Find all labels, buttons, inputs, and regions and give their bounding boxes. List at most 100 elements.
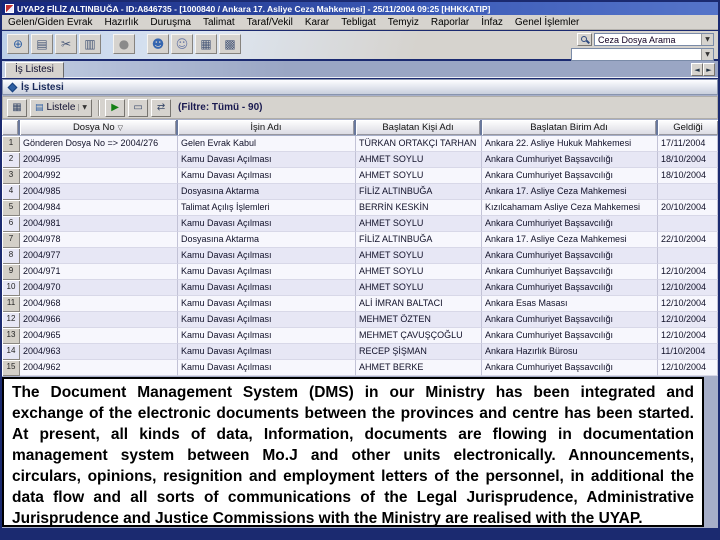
menu-item[interactable]: Talimat bbox=[197, 17, 241, 28]
separator bbox=[98, 99, 100, 116]
table-row[interactable]: 7 2004/978 Dosyasına Aktarma FİLİZ ALTIN… bbox=[2, 232, 718, 248]
menu-item[interactable]: Duruşma bbox=[144, 17, 197, 28]
baslatan-kisi-cell: MEHMET ÇAVUŞÇOĞLU bbox=[356, 328, 482, 344]
table-row[interactable]: 9 2004/971 Kamu Davası Açılması AHMET SO… bbox=[2, 264, 718, 280]
paste-icon[interactable]: ▥ bbox=[79, 34, 101, 54]
filter-label: (Filtre: Tümü - 90) bbox=[178, 102, 263, 113]
geldigi-cell: 12/10/2004 bbox=[658, 264, 718, 280]
listele-button[interactable]: ▤ Listele ▼ bbox=[30, 98, 93, 117]
row-number-cell: 7 bbox=[2, 232, 20, 248]
menu-item[interactable]: Raporlar bbox=[425, 17, 475, 28]
refresh-button[interactable]: ⇄ bbox=[151, 98, 172, 117]
baslatan-birim-cell: Ankara Hazırlık Bürosu bbox=[482, 344, 658, 360]
chevron-down-icon[interactable]: ▼ bbox=[701, 49, 713, 60]
cut-icon[interactable]: ✂ bbox=[55, 34, 77, 54]
baslatan-kisi-cell: AHMET SOYLU bbox=[356, 152, 482, 168]
baslatan-birim-cell: Ankara Cumhuriyet Başsavcılığı bbox=[482, 152, 658, 168]
case-search-combobox[interactable]: Ceza Dosya Arama ▼ bbox=[594, 33, 714, 46]
secondary-combobox[interactable]: ▼ bbox=[571, 48, 714, 61]
title-bar: UYAP2 FİLİZ ALTINBUĞA - ID:A846735 - [10… bbox=[2, 2, 718, 15]
baslatan-birim-cell: Ankara 22. Asliye Hukuk Mahkemesi bbox=[482, 136, 658, 152]
table-row[interactable]: 11 2004/968 Kamu Davası Açılması ALİ İMR… bbox=[2, 296, 718, 312]
baslatan-birim-cell: Ankara Cumhuriyet Başsavcılığı bbox=[482, 248, 658, 264]
table-row[interactable]: 5 2004/984 Talimat Açılış İşlemleri BERR… bbox=[2, 200, 718, 216]
geldigi-cell bbox=[658, 248, 718, 264]
menu-item[interactable]: Gelen/Giden Evrak bbox=[2, 17, 99, 28]
menu-item[interactable]: Genel İşlemler bbox=[509, 17, 585, 28]
add-user-icon[interactable]: ☺ bbox=[171, 34, 193, 54]
row-number-cell: 12 bbox=[2, 312, 20, 328]
table-row[interactable]: 8 2004/977 Kamu Davası Açılması AHMET SO… bbox=[2, 248, 718, 264]
isin-adi-cell: Kamu Davası Açılması bbox=[178, 328, 356, 344]
table-row[interactable]: 14 2004/963 Kamu Davası Açılması RECEP Ş… bbox=[2, 344, 718, 360]
table-row[interactable]: 6 2004/981 Kamu Davası Açılması AHMET SO… bbox=[2, 216, 718, 232]
baslatan-birim-cell: Ankara 17. Asliye Ceza Mahkemesi bbox=[482, 184, 658, 200]
isin-adi-cell: Kamu Davası Açılması bbox=[178, 280, 356, 296]
caption-text: The Document Management System (DMS) in … bbox=[12, 384, 694, 527]
tab-label: İş Listesi bbox=[15, 64, 54, 75]
geldigi-cell: 12/10/2004 bbox=[658, 328, 718, 344]
note-button[interactable]: ▭ bbox=[128, 98, 149, 117]
table-row[interactable]: 2 2004/995 Kamu Davası Açılması AHMET SO… bbox=[2, 152, 718, 168]
table-row[interactable]: 3 2004/992 Kamu Davası Açılması AHMET SO… bbox=[2, 168, 718, 184]
globe-icon[interactable]: ⊕ bbox=[7, 34, 29, 54]
table-row[interactable]: 4 2004/985 Dosyasına Aktarma FİLİZ ALTIN… bbox=[2, 184, 718, 200]
grid-settings-button[interactable]: ▦ bbox=[7, 98, 27, 117]
main-toolbar: ⊕ ▤ ✂ ▥ ● ☻ ☺ ▦ ▩ Ceza Dosya Arama ▼ ▼ bbox=[2, 31, 718, 61]
chevron-down-icon[interactable]: ▼ bbox=[701, 34, 713, 45]
table-row[interactable]: 15 2004/962 Kamu Davası Açılması AHMET B… bbox=[2, 360, 718, 376]
play-icon: ▶ bbox=[111, 102, 119, 113]
baslatan-birim-cell: Ankara Cumhuriyet Başsavcılığı bbox=[482, 360, 658, 376]
tab-scroll-left-button[interactable]: ◄ bbox=[691, 63, 703, 76]
menu-item[interactable]: Karar bbox=[299, 17, 335, 28]
run-worklist-button[interactable]: ▶ bbox=[105, 98, 126, 117]
menu-item[interactable]: Taraf/Vekil bbox=[241, 17, 299, 28]
table-row[interactable]: 13 2004/965 Kamu Davası Açılması MEHMET … bbox=[2, 328, 718, 344]
grid-icon[interactable]: ▩ bbox=[219, 34, 241, 54]
copy-document-icon[interactable]: ▤ bbox=[31, 34, 53, 54]
menu-item[interactable]: Temyiz bbox=[382, 17, 425, 28]
isin-adi-cell: Kamu Davası Açılması bbox=[178, 344, 356, 360]
search-icon bbox=[581, 36, 587, 42]
users-icon[interactable]: ☻ bbox=[147, 34, 169, 54]
worklist-table-body: 1 Gönderen Dosya No => 2004/276 Gelen Ev… bbox=[2, 136, 718, 376]
column-header-baslatan-birim[interactable]: Başlatan Birim Adı bbox=[482, 120, 658, 135]
column-header-dosya-no[interactable]: Dosya No ▽ bbox=[20, 120, 178, 135]
menu-item[interactable]: Hazırlık bbox=[99, 17, 145, 28]
menu-item[interactable]: Tebligat bbox=[335, 17, 381, 28]
calculator-icon[interactable]: ▦ bbox=[195, 34, 217, 54]
isin-adi-cell: Dosyasına Aktarma bbox=[178, 184, 356, 200]
tab-is-listesi[interactable]: İş Listesi bbox=[5, 62, 64, 78]
caption-overlay: The Document Management System (DMS) in … bbox=[2, 377, 704, 527]
row-number-column-header bbox=[2, 120, 20, 135]
dosya-no-cell: 2004/995 bbox=[20, 152, 178, 168]
table-row[interactable]: 10 2004/970 Kamu Davası Açılması AHMET S… bbox=[2, 280, 718, 296]
column-header-isin-adi[interactable]: İşin Adı bbox=[178, 120, 356, 135]
isin-adi-cell: Kamu Davası Açılması bbox=[178, 248, 356, 264]
dosya-no-cell: 2004/968 bbox=[20, 296, 178, 312]
baslatan-kisi-cell: AHMET SOYLU bbox=[356, 264, 482, 280]
row-number-cell: 8 bbox=[2, 248, 20, 264]
row-number-cell: 5 bbox=[2, 200, 20, 216]
column-header-baslatan-kisi[interactable]: Başlatan Kişi Adı bbox=[356, 120, 482, 135]
baslatan-birim-cell: Ankara Cumhuriyet Başsavcılığı bbox=[482, 312, 658, 328]
search-button[interactable] bbox=[577, 33, 592, 46]
table-row[interactable]: 12 2004/966 Kamu Davası Açılması MEHMET … bbox=[2, 312, 718, 328]
menu-item[interactable]: İnfaz bbox=[475, 17, 509, 28]
secondary-combo-row: ▼ bbox=[571, 48, 714, 61]
tab-scroll-right-button[interactable]: ► bbox=[703, 63, 715, 76]
isin-adi-cell: Kamu Davası Açılması bbox=[178, 152, 356, 168]
geldigi-cell: 12/10/2004 bbox=[658, 360, 718, 376]
geldigi-cell: 20/10/2004 bbox=[658, 200, 718, 216]
column-header-geldigi[interactable]: Geldiği bbox=[658, 120, 718, 135]
dosya-no-cell: 2004/963 bbox=[20, 344, 178, 360]
record-icon[interactable]: ● bbox=[113, 34, 135, 54]
table-row[interactable]: 1 Gönderen Dosya No => 2004/276 Gelen Ev… bbox=[2, 136, 718, 152]
dosya-no-cell: Gönderen Dosya No => 2004/276 bbox=[20, 136, 178, 152]
dosya-no-cell: 2004/992 bbox=[20, 168, 178, 184]
baslatan-kisi-cell: AHMET BERKE bbox=[356, 360, 482, 376]
dosya-no-cell: 2004/981 bbox=[20, 216, 178, 232]
chevron-down-icon: ▼ bbox=[78, 104, 87, 111]
row-number-cell: 9 bbox=[2, 264, 20, 280]
case-search-row: Ceza Dosya Arama ▼ bbox=[577, 33, 714, 46]
